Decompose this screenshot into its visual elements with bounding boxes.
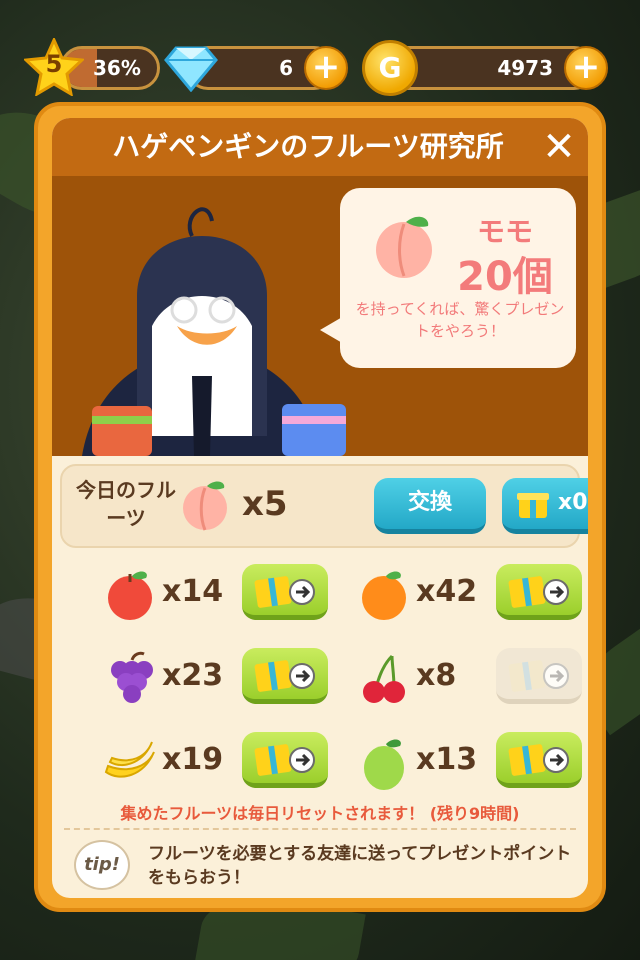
send-gift-icon <box>508 576 569 608</box>
fruit-quantity: x42 <box>416 574 478 609</box>
tip-divider <box>64 828 576 830</box>
todays-fruit-label: 今日のフルーツ <box>76 478 176 530</box>
peach-icon <box>376 216 432 278</box>
fruit-quantity: x23 <box>162 658 224 693</box>
panel-title: ハゲペンギンのフルーツ研究所 <box>112 130 504 163</box>
tip-text: フルーツを必要とする友達に送ってプレゼントポイントをもらおう！ <box>148 844 572 888</box>
add-coins-button[interactable]: + <box>564 46 608 90</box>
level-number: 5 <box>45 50 63 78</box>
tip-badge: tip! <box>74 840 130 890</box>
top-status-bar: 36% 5 6 + 4973 G + <box>0 38 640 98</box>
close-button[interactable]: ✕ <box>540 127 578 167</box>
send-gift-icon <box>508 744 569 776</box>
penguin-professor-illustration <box>82 207 346 456</box>
fruit-quantity: x8 <box>416 658 457 693</box>
todays-fruit-row: 今日のフルーツ x5 交換 x0 <box>60 464 588 548</box>
add-gems-button[interactable]: + <box>304 46 348 90</box>
coin-count: 4973 <box>497 56 553 80</box>
fruit-entry-banana: x19 <box>100 726 350 796</box>
lime-icon <box>364 739 404 790</box>
fruit-entry-cherry: x8 <box>354 642 588 712</box>
panel-content: ハゲペンギンのフルーツ研究所 ✕ モモ 20個 を持ってくれば、驚くプレゼントを… <box>52 118 588 898</box>
fruit-entry-orange: x42 <box>354 558 588 628</box>
send-gift-button[interactable] <box>496 564 582 620</box>
banana-icon <box>104 741 155 778</box>
orange-icon <box>362 571 406 620</box>
send-gift-icon <box>254 744 315 776</box>
fruit-entry-grape: x23 <box>100 642 350 712</box>
level-progress-text: 36% <box>93 56 141 80</box>
request-message: を持ってくれば、驚くプレゼントをやろう！ <box>355 300 565 340</box>
gift-box-icon <box>517 493 549 518</box>
gold-coin-icon: G <box>362 40 418 96</box>
send-gift-button[interactable] <box>242 648 328 704</box>
fruit-lab-panel: ハゲペンギンのフルーツ研究所 ✕ モモ 20個 を持ってくれば、驚くプレゼントを… <box>34 102 606 912</box>
exchange-button[interactable]: 交換 <box>374 478 486 534</box>
daily-reset-notice: 集めたフルーツは毎日リセットされます！ (残り9時間) <box>120 804 520 823</box>
send-gift-button[interactable] <box>496 732 582 788</box>
gift-box-count: x0 <box>558 490 588 515</box>
send-gift-button[interactable] <box>242 564 328 620</box>
requested-fruit-count: 20個 <box>457 254 553 300</box>
penguin-scene: モモ 20個 を持ってくれば、驚くプレゼントをやろう！ <box>52 176 588 456</box>
send-gift-icon <box>508 660 569 692</box>
diamond-icon <box>164 46 218 92</box>
send-gift-icon <box>254 660 315 692</box>
gem-count: 6 <box>279 56 293 80</box>
send-gift-button[interactable] <box>242 732 328 788</box>
fruit-quantity: x19 <box>162 742 224 777</box>
gift-box-button[interactable]: x0 <box>502 478 588 534</box>
apple-icon <box>108 571 152 620</box>
todays-fruit-count: x5 <box>242 484 288 524</box>
fruit-entry-lime: x13 <box>354 726 588 796</box>
cherry-icon <box>363 654 405 703</box>
fruit-quantity: x14 <box>162 574 224 609</box>
send-gift-button-disabled[interactable] <box>496 648 582 704</box>
fruit-quantity: x13 <box>416 742 478 777</box>
send-gift-icon <box>254 576 315 608</box>
grape-icon <box>111 651 153 703</box>
fruit-entry-apple: x14 <box>100 558 350 628</box>
todays-peach-icon <box>183 481 227 531</box>
